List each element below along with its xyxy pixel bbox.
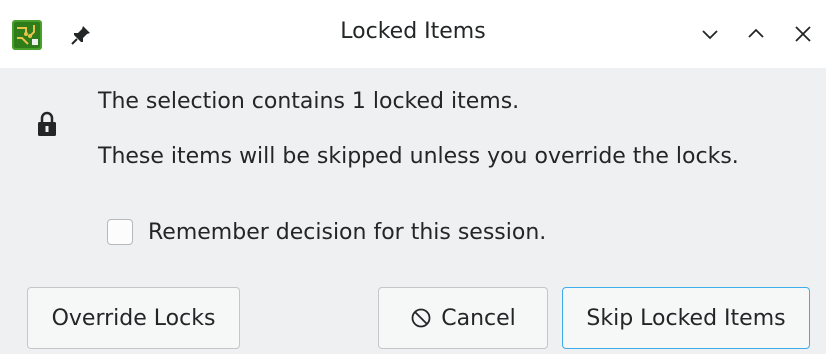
cancel-icon	[411, 308, 431, 328]
remember-label[interactable]: Remember decision for this session.	[148, 220, 546, 245]
skip-locked-items-button[interactable]: Skip Locked Items	[562, 287, 810, 349]
skip-locked-items-label: Skip Locked Items	[586, 305, 786, 331]
lock-icon	[38, 111, 56, 136]
maximize-icon[interactable]	[744, 22, 768, 46]
cancel-label: Cancel	[441, 305, 516, 331]
override-locks-button[interactable]: Override Locks	[27, 287, 240, 349]
close-icon[interactable]	[791, 22, 815, 46]
message-line-2: These items will be skipped unless you o…	[98, 144, 739, 169]
message-line-1: The selection contains 1 locked items.	[98, 89, 520, 114]
minimize-icon[interactable]	[698, 22, 722, 46]
cancel-button[interactable]: Cancel	[378, 287, 548, 349]
remember-checkbox[interactable]	[107, 219, 133, 245]
override-locks-label: Override Locks	[51, 305, 216, 331]
title-bar: Locked Items	[0, 0, 826, 68]
dialog-body: The selection contains 1 locked items. T…	[0, 68, 826, 354]
